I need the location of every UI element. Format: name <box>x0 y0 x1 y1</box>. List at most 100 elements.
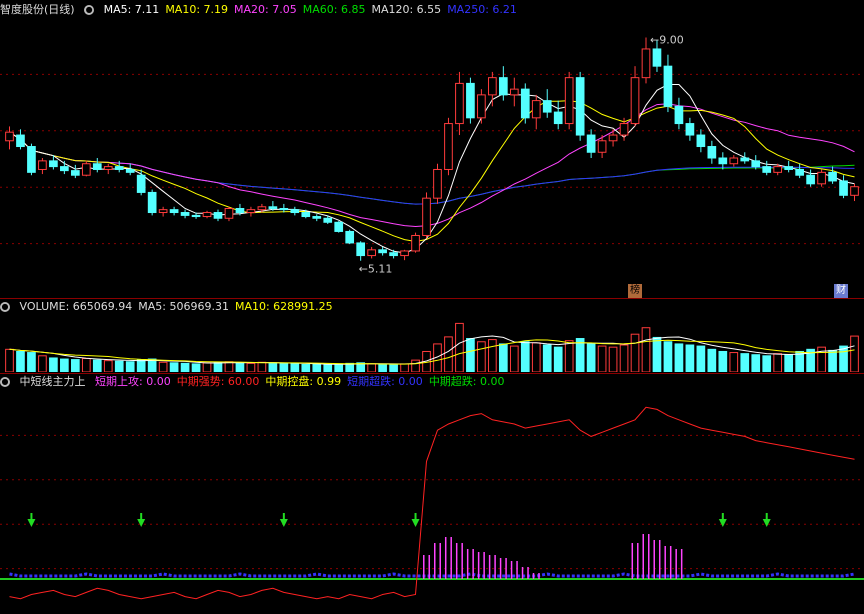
toggle-circle-icon[interactable]: ● <box>0 302 10 312</box>
volume-bar <box>169 362 179 372</box>
candle <box>268 206 278 210</box>
candle <box>608 134 618 142</box>
candle <box>356 242 366 257</box>
volume-bar <box>27 352 36 372</box>
volume-bar <box>103 360 113 372</box>
signal-arrow-icon <box>279 519 288 527</box>
volume-bar <box>608 346 618 372</box>
volume-chart[interactable] <box>0 316 864 372</box>
candle <box>246 209 256 214</box>
candle <box>444 123 453 170</box>
candle <box>257 206 267 211</box>
candle <box>81 163 91 176</box>
ma-value-3: MA60: 6.85 <box>302 3 366 16</box>
volume-bar <box>92 359 102 372</box>
candle <box>477 94 486 119</box>
candle <box>378 249 387 254</box>
volume-bar <box>301 363 311 372</box>
candle <box>641 48 651 79</box>
candle <box>213 212 223 219</box>
candle <box>773 166 783 173</box>
price-chart[interactable]: ←9.00 ←5.11 <box>0 18 864 300</box>
candle <box>663 65 673 107</box>
volume-bar <box>38 355 47 372</box>
volume-bar <box>5 348 14 372</box>
candle <box>806 174 815 185</box>
ma-value-5: MA250: 6.21 <box>447 3 517 16</box>
candle <box>455 82 464 125</box>
volume-bar <box>125 361 135 372</box>
candle <box>411 234 420 252</box>
candle <box>542 100 552 113</box>
ind-value-0: 短期上攻: 0.00 <box>95 375 171 388</box>
volume-bar <box>81 358 91 372</box>
volume-bar <box>674 343 684 372</box>
candle <box>136 174 146 193</box>
volume-bar <box>762 355 772 372</box>
candle <box>158 209 168 214</box>
toggle-circle-icon[interactable]: ● <box>84 5 95 15</box>
ind-value-1: 中期强势: 60.00 <box>176 375 260 388</box>
volume-bar <box>180 362 190 372</box>
indicator-chart[interactable] <box>0 391 864 613</box>
toggle-circle-icon[interactable]: ● <box>0 377 10 387</box>
ma5-line <box>9 84 855 254</box>
candle <box>323 217 333 223</box>
volume-bar <box>400 363 409 372</box>
candle <box>564 77 574 125</box>
volume-bar <box>70 359 80 372</box>
candle <box>696 134 706 148</box>
candle <box>16 134 25 148</box>
signal-arrow-icon <box>137 519 146 527</box>
volume-bar <box>444 336 453 372</box>
tag-cai[interactable]: 财 <box>834 284 848 298</box>
volume-bar <box>630 333 640 372</box>
candle <box>312 216 322 219</box>
volume-bar <box>718 350 728 372</box>
candle <box>235 208 245 214</box>
candle <box>114 166 124 170</box>
candle <box>817 171 826 185</box>
volume-bar <box>850 335 859 372</box>
candle <box>147 191 157 214</box>
tag-bang[interactable]: 榜 <box>628 284 642 298</box>
candle <box>839 180 848 196</box>
ma60-line <box>9 131 855 205</box>
candle <box>27 146 36 173</box>
candle <box>389 252 398 257</box>
ma20-line <box>9 103 855 228</box>
volume-bar <box>257 361 267 372</box>
candle <box>850 186 859 196</box>
candle <box>762 166 772 173</box>
candle <box>488 77 497 96</box>
signal-arrow-icon <box>762 519 771 527</box>
volume-bar <box>136 359 146 372</box>
ind-value-2: 中期控盘: 0.99 <box>265 375 342 388</box>
volume-bar <box>828 349 837 372</box>
stock-title: 智度股份(日线) <box>0 3 75 16</box>
volume-bar <box>60 358 69 372</box>
candle <box>685 123 695 136</box>
indicator-title: 中短线主力上 <box>19 375 86 388</box>
candle <box>520 88 530 119</box>
candle <box>498 77 508 96</box>
candle <box>619 123 629 136</box>
volume-bar <box>334 363 344 372</box>
candle <box>784 166 794 170</box>
candle <box>5 131 14 142</box>
signal-arrow-icon <box>27 519 36 527</box>
candle <box>751 160 761 168</box>
volume-bar <box>531 342 541 372</box>
volume-bar <box>16 350 25 372</box>
candle <box>92 163 102 170</box>
volume-header: ● VOLUME: 665069.94 MA5: 506969.31 MA10: 6… <box>0 299 345 315</box>
candle <box>795 168 804 176</box>
control-band <box>9 572 855 578</box>
ind-value-3: 短期超跌: 0.00 <box>347 375 423 388</box>
ma-value-1: MA10: 7.19 <box>165 3 229 16</box>
volume-bar <box>367 363 376 372</box>
volume-bar <box>575 338 585 372</box>
volume-values: VOLUME: 665069.94 MA5: 506969.31 MA10: 628… <box>20 300 339 313</box>
volume-bar <box>49 357 58 372</box>
volume-bar <box>707 348 717 372</box>
